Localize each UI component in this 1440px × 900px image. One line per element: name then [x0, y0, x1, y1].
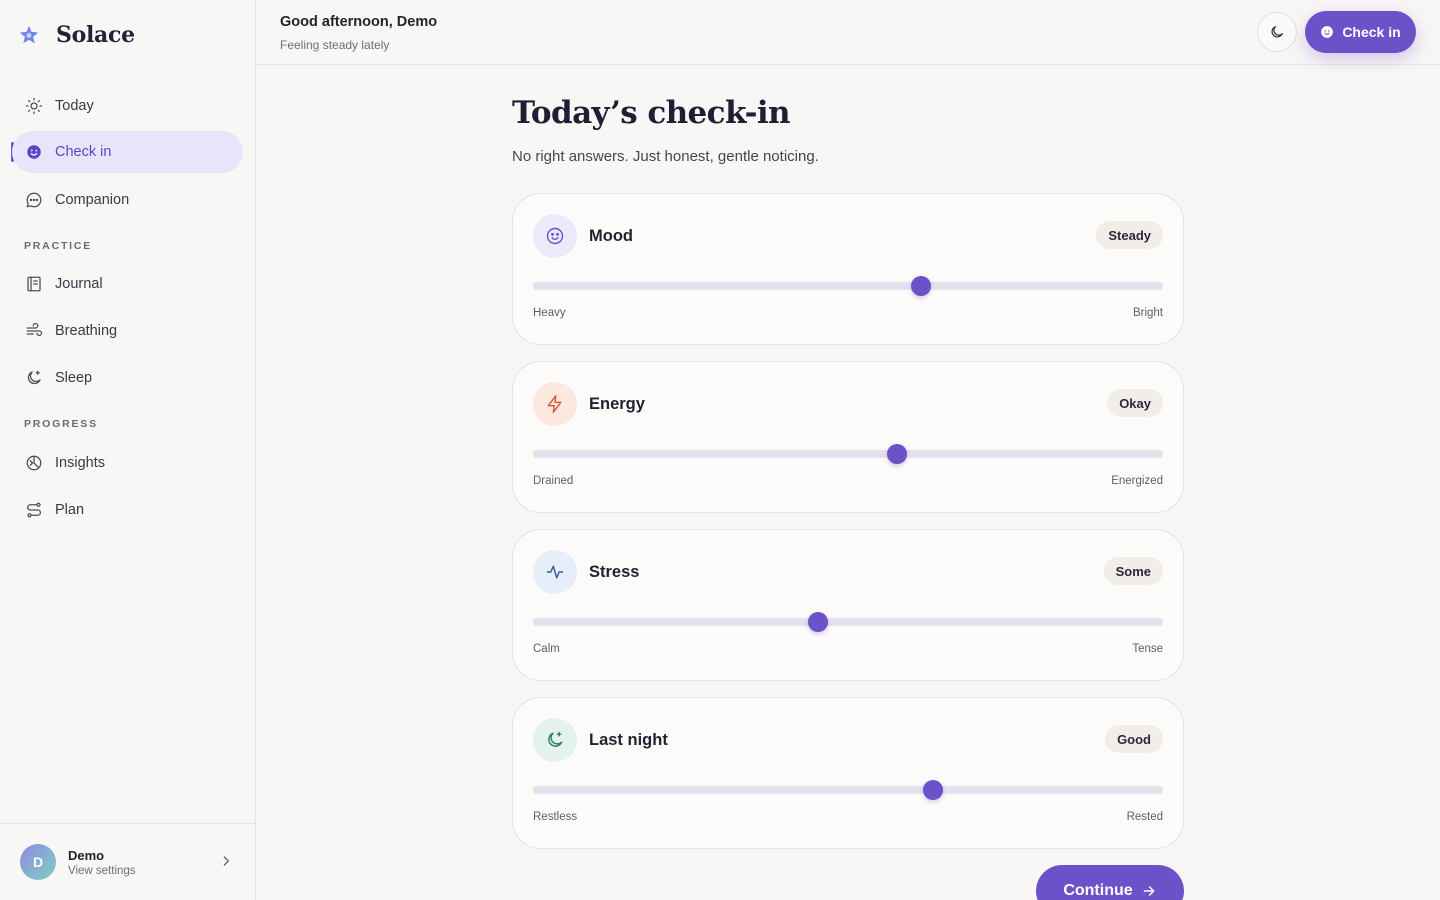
logo-icon: [19, 25, 39, 44]
check-in-button-label: Check in: [1342, 24, 1401, 40]
chat-icon: [24, 191, 43, 210]
check-in-card-mood: Mood Steady Heavy Bright: [512, 193, 1184, 345]
card-title: Energy: [589, 395, 645, 413]
continue-button-label: Continue: [1063, 882, 1133, 899]
sidebar-item-label: Companion: [55, 192, 130, 208]
moon-icon: [1271, 26, 1283, 38]
slider-thumb[interactable]: [911, 276, 932, 296]
check-in-card-energy: Energy Okay Drained Energized: [512, 361, 1184, 513]
sidebar-item-sleep[interactable]: Sleep: [12, 357, 243, 399]
greeting: Good afternoon, Demo: [280, 14, 438, 30]
top-bar: Good afternoon, Demo Feeling steady late…: [256, 0, 1440, 65]
section-label-practice: PRACTICE: [24, 240, 93, 252]
card-title: Mood: [589, 227, 633, 245]
user-settings-link[interactable]: D Demo View settings: [0, 823, 255, 900]
sidebar: Solace Today Check in Companion PRACTICE…: [0, 0, 256, 900]
sidebar-item-check-in[interactable]: Check in: [12, 131, 243, 173]
smile-icon: [24, 143, 43, 162]
slider-min-label: Restless: [533, 811, 578, 823]
chevron-right-icon: [223, 856, 230, 866]
check-in-button[interactable]: Check in: [1305, 11, 1416, 53]
status-badge: Some: [1103, 557, 1163, 585]
sidebar-item-label: Journal: [55, 276, 103, 292]
continue-button[interactable]: Continue: [1036, 865, 1184, 900]
smile-icon: [533, 214, 577, 258]
sidebar-item-label: Sleep: [55, 370, 93, 386]
sidebar-item-breathing[interactable]: Breathing: [12, 310, 243, 352]
card-title: Stress: [589, 563, 640, 581]
sleep-slider[interactable]: [533, 780, 1163, 800]
user-settings-label: View settings: [68, 864, 136, 877]
route-icon: [24, 501, 43, 520]
sidebar-item-companion[interactable]: Companion: [12, 179, 243, 221]
smile-icon: [1321, 26, 1334, 38]
sidebar-item-label: Breathing: [55, 323, 118, 339]
mood-slider[interactable]: [533, 276, 1163, 296]
section-label-progress: PROGRESS: [24, 418, 98, 430]
status-badge: Steady: [1096, 221, 1163, 249]
moon-star-icon: [533, 718, 577, 762]
sidebar-item-label: Check in: [55, 144, 112, 160]
page-subtitle: No right answers. Just honest, gentle no…: [512, 148, 819, 165]
slider-thumb[interactable]: [923, 780, 944, 800]
slider-max-label: Energized: [1111, 475, 1163, 487]
slider-thumb[interactable]: [807, 612, 828, 632]
arrow-right-icon: [1143, 886, 1155, 896]
insights-icon: [24, 454, 43, 473]
card-title: Last night: [589, 731, 668, 749]
sidebar-item-journal[interactable]: Journal: [12, 263, 243, 305]
slider-max-label: Rested: [1126, 811, 1163, 823]
sidebar-item-label: Insights: [55, 455, 105, 471]
slider-min-label: Drained: [533, 475, 574, 487]
journal-icon: [24, 275, 43, 294]
status-badge: Good: [1105, 725, 1163, 753]
avatar: D: [20, 844, 56, 880]
sidebar-item-insights[interactable]: Insights: [12, 442, 243, 484]
greeting-subtitle: Feeling steady lately: [280, 38, 390, 52]
check-in-card-last-night: Last night Good Restless Rested: [512, 697, 1184, 849]
theme-toggle-button[interactable]: [1257, 12, 1297, 52]
lightning-icon: [533, 382, 577, 426]
page-title: Today’s check-in: [512, 95, 791, 131]
energy-slider[interactable]: [533, 444, 1163, 464]
check-in-card-stress: Stress Some Calm Tense: [512, 529, 1184, 681]
brand[interactable]: Solace: [18, 22, 135, 48]
moon-star-icon: [24, 369, 43, 388]
sidebar-item-today[interactable]: Today: [12, 85, 243, 127]
app-name: Solace: [56, 22, 135, 48]
sidebar-item-label: Today: [55, 98, 94, 114]
slider-min-label: Calm: [533, 643, 560, 655]
stress-slider[interactable]: [533, 612, 1163, 632]
status-badge: Okay: [1107, 389, 1163, 417]
sun-icon: [24, 97, 43, 116]
slider-min-label: Heavy: [533, 307, 566, 319]
sidebar-item-plan[interactable]: Plan: [12, 489, 243, 531]
pulse-icon: [533, 550, 577, 594]
user-name: Demo: [68, 847, 105, 863]
slider-max-label: Bright: [1132, 307, 1163, 319]
slider-thumb[interactable]: [887, 444, 908, 464]
wind-icon: [24, 322, 43, 341]
sidebar-item-label: Plan: [55, 502, 85, 518]
slider-max-label: Tense: [1132, 643, 1163, 655]
